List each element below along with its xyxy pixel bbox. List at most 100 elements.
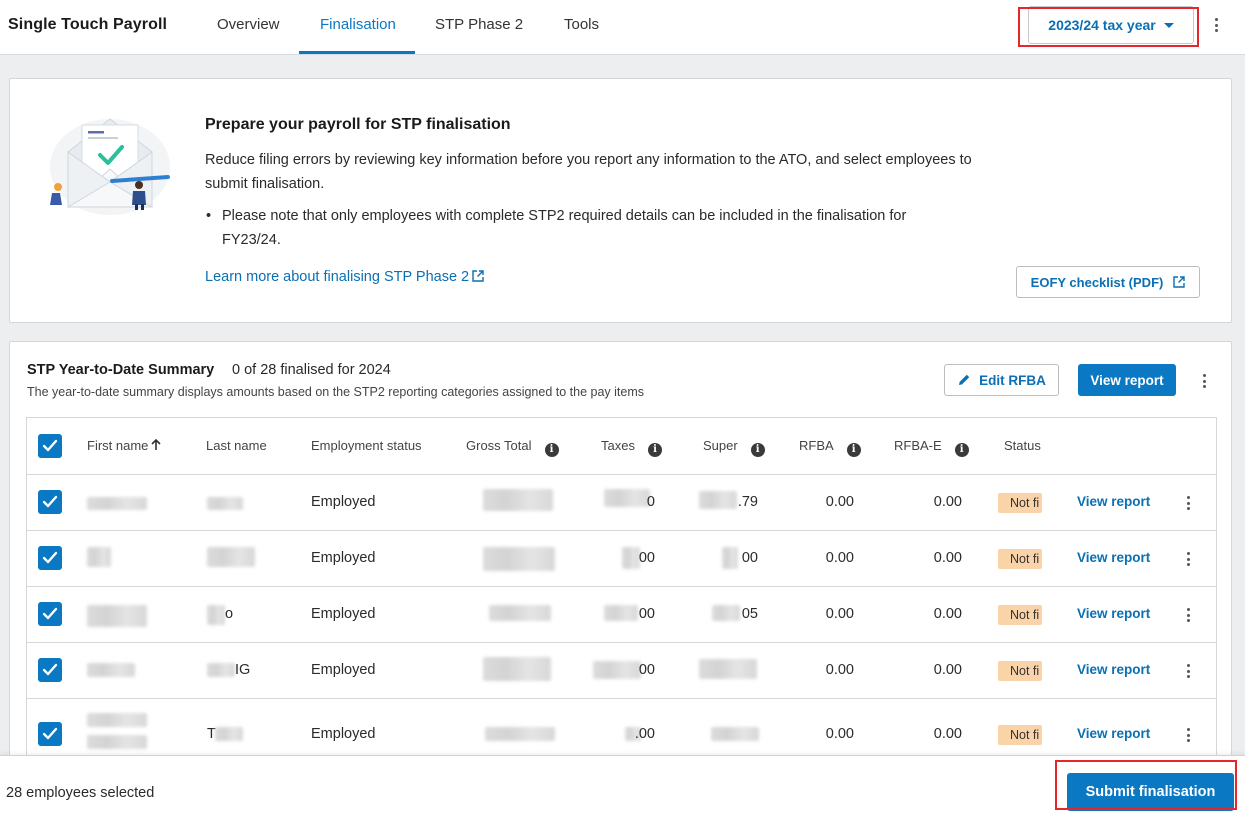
row-more-options-icon[interactable]: [1182, 494, 1194, 512]
finalised-count: 0 of 28 finalised for 2024: [232, 362, 391, 378]
employment-status: Employed: [311, 662, 376, 678]
employment-status: Employed: [311, 550, 376, 566]
taxes-value: 00: [638, 662, 655, 678]
learn-more-label: Learn more about finalising STP Phase 2: [205, 269, 470, 285]
select-all-checkbox[interactable]: [38, 434, 62, 458]
rfba-value: 0.00: [825, 606, 854, 622]
column-gross-total-label: Gross Total: [466, 438, 532, 453]
row-checkbox[interactable]: [38, 546, 62, 570]
employment-status: Employed: [311, 606, 376, 622]
super-value: .79: [737, 494, 758, 510]
redacted-gross-total: [489, 605, 551, 621]
row-more-options-icon[interactable]: [1182, 662, 1194, 680]
ytd-summary-card: STP Year-to-Date Summary 0 of 28 finalis…: [9, 341, 1232, 782]
card-bullet-note: Please note that only employees with com…: [206, 204, 966, 252]
table-row: IG Employed 00 0.00 0.00 Not fi View rep…: [27, 643, 1216, 699]
redacted-first-name: [87, 497, 147, 510]
rfba-e-value: 0.00: [933, 662, 962, 678]
row-checkbox[interactable]: [38, 490, 62, 514]
info-icon[interactable]: i: [846, 443, 861, 457]
sort-ascending-icon: [151, 438, 161, 450]
info-icon[interactable]: i: [750, 443, 765, 457]
status-badge: Not fi: [998, 725, 1042, 745]
check-icon: [42, 495, 58, 508]
taxes-value: 00: [638, 606, 655, 622]
column-first-name[interactable]: First name: [87, 438, 161, 453]
envelope-illustration-icon: [50, 118, 170, 215]
caret-down-icon: [1163, 23, 1174, 28]
pencil-icon: [959, 374, 970, 385]
eofy-checklist-label: EOFY checklist (PDF): [1030, 274, 1164, 290]
tab-finalisation[interactable]: Finalisation: [320, 16, 396, 33]
check-icon: [42, 663, 58, 676]
table-header: First name Last name Employment status G…: [27, 418, 1216, 475]
table-row: Employed 0 .79 0.00 0.00 Not fi View rep…: [27, 475, 1216, 531]
external-link-icon: [472, 270, 484, 282]
employees-table: First name Last name Employment status G…: [26, 417, 1217, 782]
row-more-options-icon[interactable]: [1182, 606, 1194, 624]
column-rfba-label: RFBA: [799, 438, 834, 453]
row-view-report-link[interactable]: View report: [1077, 662, 1150, 677]
tab-stp-phase-2[interactable]: STP Phase 2: [435, 16, 523, 33]
rfba-e-value: 0.00: [933, 606, 962, 622]
info-icon[interactable]: i: [647, 443, 662, 457]
redacted-last-name: [207, 663, 235, 677]
rfba-value: 0.00: [825, 726, 854, 742]
rfba-value: 0.00: [825, 662, 854, 678]
column-super[interactable]: Super i: [703, 438, 765, 457]
row-view-report-link[interactable]: View report: [1077, 550, 1150, 565]
column-taxes[interactable]: Taxes i: [601, 438, 662, 457]
rfba-e-value: 0.00: [933, 494, 962, 510]
info-icon[interactable]: i: [954, 443, 969, 457]
more-options-icon[interactable]: [1210, 16, 1222, 34]
column-status: Status: [1004, 438, 1041, 453]
view-report-button[interactable]: View report: [1078, 364, 1176, 396]
column-last-name[interactable]: Last name: [206, 438, 267, 453]
column-gross-total[interactable]: Gross Total i: [466, 438, 559, 457]
taxes-value: 0: [646, 494, 655, 510]
rfba-value: 0.00: [825, 550, 854, 566]
rfba-e-value: 0.00: [933, 726, 962, 742]
tax-year-dropdown[interactable]: 2023/24 tax year: [1028, 6, 1194, 44]
taxes-value: 00: [638, 550, 655, 566]
learn-more-link[interactable]: Learn more about finalising STP Phase 2: [205, 269, 484, 285]
status-badge: Not fi: [998, 549, 1042, 569]
redacted-first-name: [87, 663, 135, 677]
row-more-options-icon[interactable]: [1182, 726, 1194, 744]
tax-year-label: 2023/24 tax year: [1048, 17, 1156, 33]
row-more-options-icon[interactable]: [1182, 550, 1194, 568]
column-super-label: Super: [703, 438, 738, 453]
row-view-report-link[interactable]: View report: [1077, 606, 1150, 621]
redacted-last-name: [215, 727, 243, 741]
column-employment-status[interactable]: Employment status: [311, 438, 422, 453]
check-icon: [42, 551, 58, 564]
row-checkbox[interactable]: [38, 602, 62, 626]
external-link-icon: [1173, 275, 1186, 288]
tab-tools[interactable]: Tools: [564, 16, 599, 33]
row-view-report-link[interactable]: View report: [1077, 726, 1150, 741]
redacted-first-name: [87, 713, 147, 727]
redacted-last-name: [207, 547, 255, 567]
top-nav-bar: Single Touch Payroll Overview Finalisati…: [0, 0, 1245, 55]
row-checkbox[interactable]: [38, 722, 62, 746]
column-taxes-label: Taxes: [601, 438, 635, 453]
eofy-checklist-button[interactable]: EOFY checklist (PDF): [1016, 266, 1200, 298]
row-view-report-link[interactable]: View report: [1077, 494, 1150, 509]
row-checkbox[interactable]: [38, 658, 62, 682]
rfba-value: 0.00: [825, 494, 854, 510]
column-rfba-e[interactable]: RFBA-E i: [894, 438, 969, 457]
column-rfba[interactable]: RFBA i: [799, 438, 861, 457]
submit-finalisation-button[interactable]: Submit finalisation: [1067, 773, 1234, 811]
redacted-first-name: [87, 605, 147, 627]
tab-overview[interactable]: Overview: [217, 16, 280, 33]
status-badge: Not fi: [998, 605, 1042, 625]
summary-title: STP Year-to-Date Summary: [27, 362, 215, 378]
info-icon[interactable]: i: [544, 443, 559, 457]
table-row: Employed 00 00 0.00 0.00 Not fi View rep…: [27, 531, 1216, 587]
edit-rfba-button[interactable]: Edit RFBA: [944, 364, 1059, 396]
column-rfba-e-label: RFBA-E: [894, 438, 942, 453]
card-description: Reduce filing errors by reviewing key in…: [205, 152, 972, 192]
check-icon: [42, 727, 58, 740]
summary-more-options-icon[interactable]: [1198, 372, 1210, 390]
check-icon: [42, 607, 58, 620]
